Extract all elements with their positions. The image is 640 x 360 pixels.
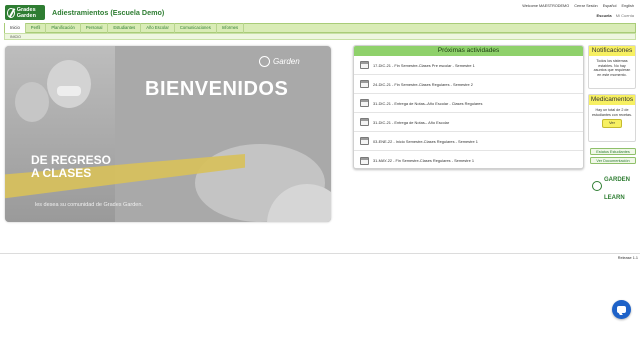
banner-subtitle-line2: A CLASES <box>31 166 92 180</box>
list-item[interactable]: 31-MAY-22 - Fin Semestre-Clases Regulare… <box>354 151 583 168</box>
breadcrumb: INICIO <box>4 33 636 40</box>
activities-title: Próximas actividades <box>354 46 583 56</box>
nav-ano-escolar[interactable]: Año Escolar <box>141 23 175 33</box>
welcome-text: Welcome MAESTRODEMO <box>522 4 570 8</box>
logout-link[interactable]: Cerrar Sesión <box>574 4 597 8</box>
view-medications-button[interactable]: Ver <box>601 119 622 128</box>
activity-text: 17-DIC-21 - Fin Semestre-Clases Pre esco… <box>373 62 475 68</box>
activity-text: 31-DIC-21 - Entrega de Notas-- Año Escol… <box>373 119 450 125</box>
school-label: Escuela <box>596 13 612 18</box>
version-label: Release 1.1 <box>617 256 638 260</box>
nav-perfil[interactable]: Perfil <box>26 23 47 33</box>
banner-mask <box>57 86 81 96</box>
banner-tagline: les desea su comunidad de Grades Garden. <box>35 202 143 208</box>
banner-student-2 <box>47 60 91 108</box>
activity-text: 31-MAY-22 - Fin Semestre-Clases Regulare… <box>373 158 474 163</box>
list-item[interactable]: 03-ENE-22 - Inicio Semestre-Clases Regul… <box>354 132 583 151</box>
page: Grades Garden Adiestramientos (Escuela D… <box>0 0 640 360</box>
medications-body: Hay un total de 2 de estudiantes con rec… <box>592 108 632 117</box>
calendar-icon <box>360 61 369 69</box>
list-item[interactable]: 31-DIC-21 - Entrega de Notas--Año Escola… <box>354 94 583 113</box>
main-nav: Inicio Perfil Planificación Personal Est… <box>4 23 636 33</box>
student-status-button[interactable]: Estatus Estudiantes <box>590 148 636 155</box>
upcoming-activities-panel: Próximas actividades 17-DIC-21 - Fin Sem… <box>353 45 584 169</box>
globe-icon <box>259 56 270 67</box>
nav-personal[interactable]: Personal <box>81 23 109 33</box>
list-item[interactable]: 31-DIC-21 - Entrega de Notas-- Año Escol… <box>354 113 583 132</box>
notifications-panel: Notificaciones Todos los sistemas establ… <box>588 45 636 89</box>
nav-inicio[interactable]: Inicio <box>5 23 26 33</box>
medications-body-wrap: Hay un total de 2 de estudiantes con rec… <box>589 105 635 131</box>
calendar-icon <box>360 137 369 145</box>
medications-title: Medicamentos <box>589 95 635 105</box>
account-link[interactable]: Mi Cuenta <box>616 13 634 18</box>
logo-text: Grades Garden <box>16 6 36 19</box>
banner-brand-text: Garden <box>273 57 300 66</box>
activity-text: 03-ENE-22 - Inicio Semestre-Clases Regul… <box>373 138 478 144</box>
list-item[interactable]: 24-DIC-21 - Fin Semestre-Clases Regulare… <box>354 75 583 94</box>
grades-garden-logo[interactable]: Grades Garden <box>5 5 45 20</box>
chat-icon <box>617 306 626 313</box>
nav-informes[interactable]: Informes <box>217 23 245 33</box>
list-item[interactable]: 17-DIC-21 - Fin Semestre-Clases Pre esco… <box>354 56 583 75</box>
lang-es-link[interactable]: Español <box>603 4 617 8</box>
lang-en-link[interactable]: English <box>622 4 634 8</box>
globe-icon <box>592 181 602 191</box>
banner-subtitle: DE REGRESO A CLASES <box>31 154 111 180</box>
view-docs-button[interactable]: Ver Documentación <box>590 157 636 164</box>
calendar-icon <box>360 80 369 88</box>
medications-panel: Medicamentos Hay un total de 2 de estudi… <box>588 94 636 142</box>
calendar-icon <box>360 99 369 107</box>
nav-planificacion[interactable]: Planificación <box>46 23 81 33</box>
school-selector[interactable]: Escuela Mi Cuenta <box>597 13 634 18</box>
garden-learn-line1: GARDEN <box>604 177 631 183</box>
banner-student-1 <box>15 82 49 122</box>
welcome-banner: Garden BIENVENIDOS DE REGRESO A CLASES l… <box>5 46 331 222</box>
calendar-icon <box>360 156 369 165</box>
nav-comunicaciones[interactable]: Comunicaciones <box>175 23 217 33</box>
footer-divider <box>0 253 640 254</box>
banner-headline: BIENVENIDOS <box>145 78 289 100</box>
page-title: Adiestramientos (Escuela Demo) <box>52 8 165 17</box>
globe-icon <box>7 7 15 18</box>
activity-text: 24-DIC-21 - Fin Semestre-Clases Regulare… <box>373 81 473 87</box>
user-links: Welcome MAESTRODEMO Cerrar Sesión Españo… <box>518 4 634 8</box>
notifications-body: Todos los sistemas estables. No hay asun… <box>593 59 631 77</box>
garden-learn-text: GARDEN LEARN <box>604 168 630 204</box>
nav-estudiantes[interactable]: Estudiantes <box>108 23 142 33</box>
activity-text: 31-DIC-21 - Entrega de Notas--Año Escola… <box>373 100 483 106</box>
banner-brand: Garden <box>259 56 300 67</box>
calendar-icon <box>360 118 369 126</box>
garden-learn-line2: LEARN <box>604 195 625 201</box>
chat-button[interactable] <box>612 300 631 319</box>
garden-learn-logo[interactable]: GARDEN LEARN <box>592 168 630 204</box>
notifications-title: Notificaciones <box>589 46 635 56</box>
